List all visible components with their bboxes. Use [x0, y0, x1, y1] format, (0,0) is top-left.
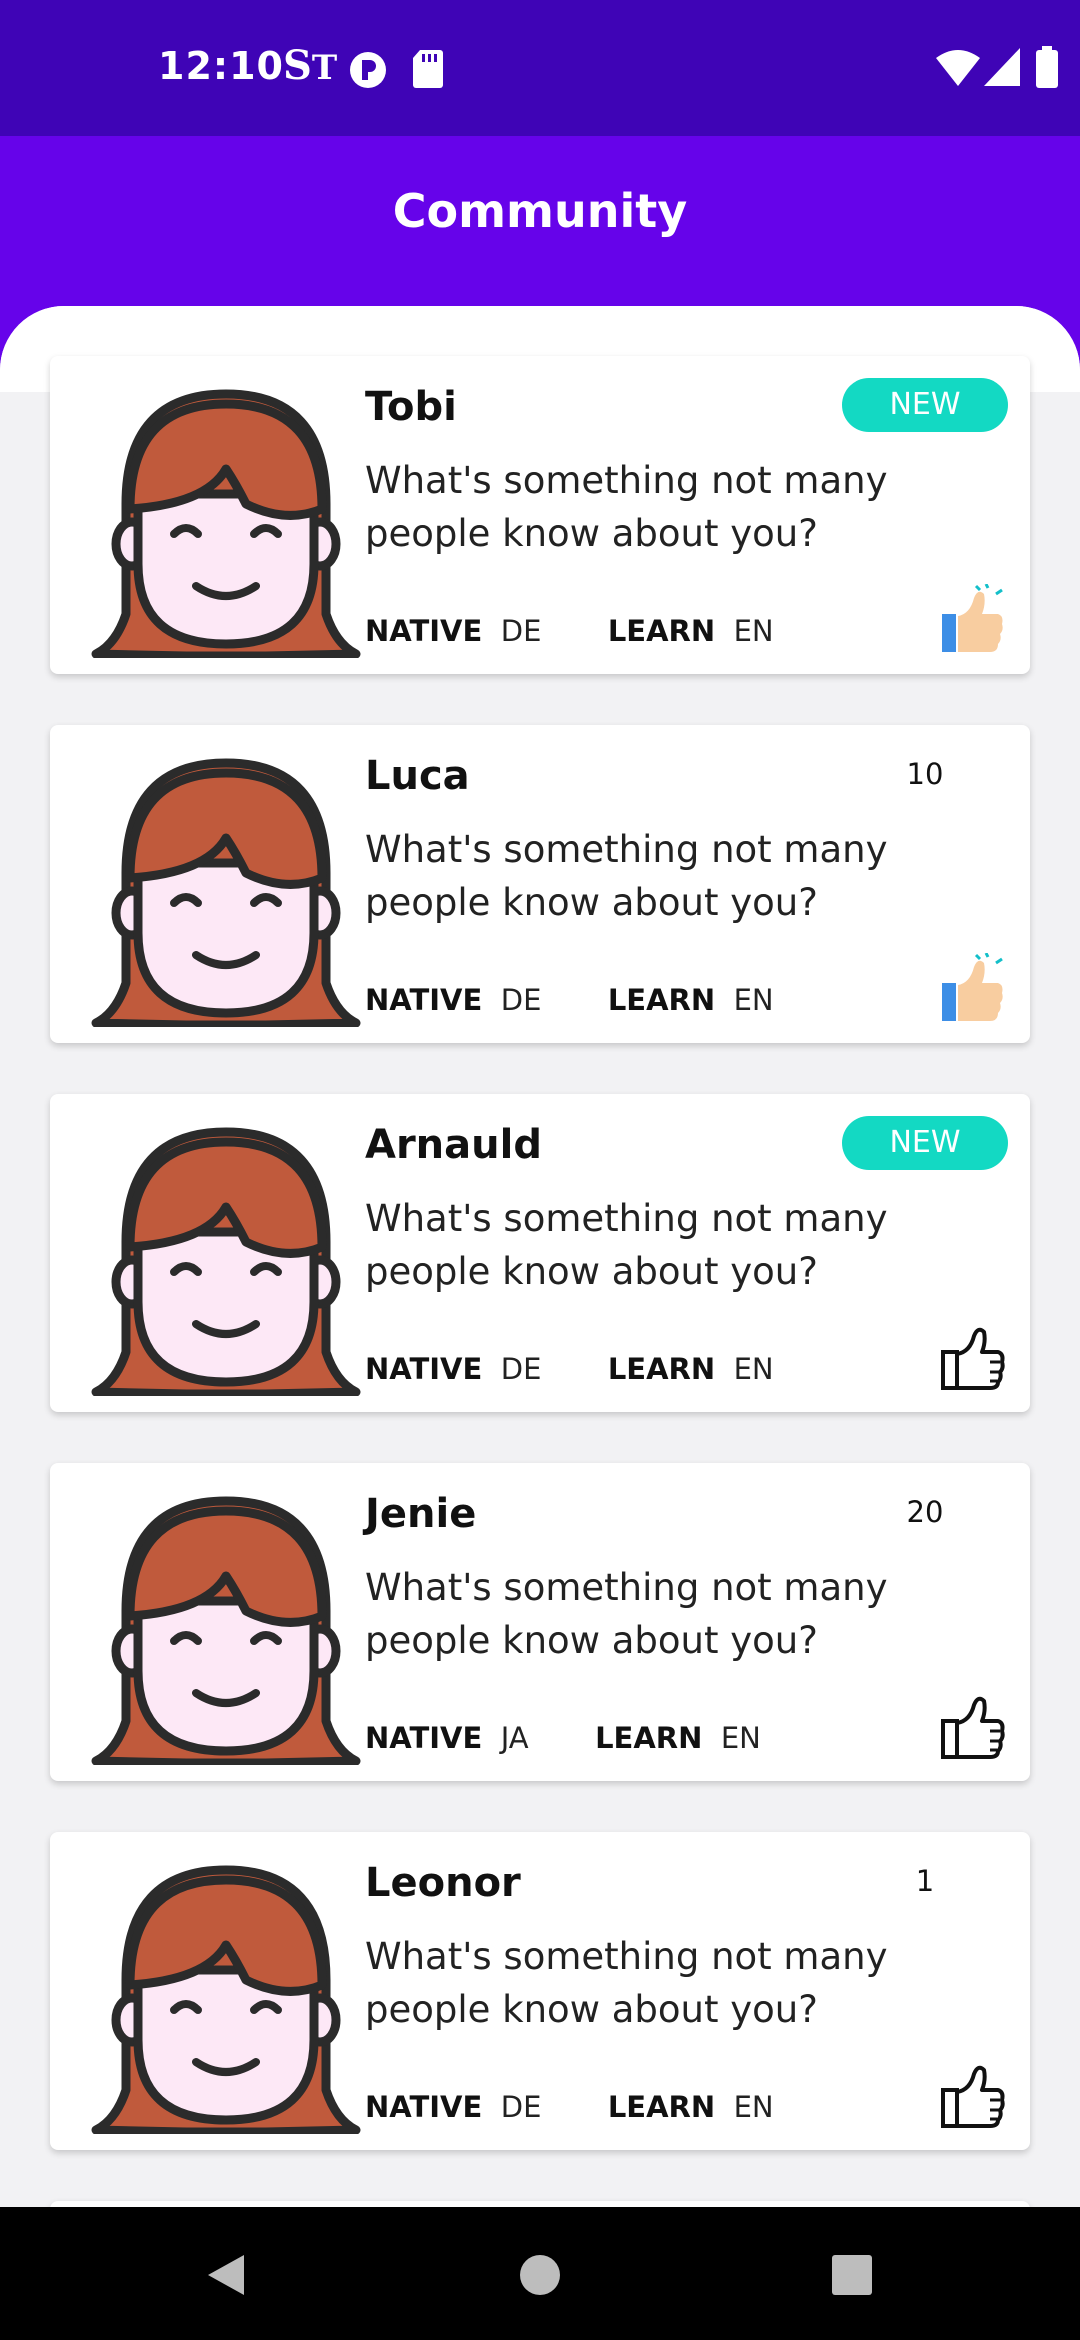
battery-icon	[1036, 46, 1058, 88]
like-count: 10	[906, 757, 944, 791]
learn-language: EN	[733, 614, 774, 648]
thumbs-up-outline-icon[interactable]	[940, 1322, 1006, 1392]
thumbs-up-outline-icon[interactable]	[940, 2060, 1006, 2130]
sd-card-icon	[413, 50, 443, 88]
community-card[interactable]: Arnauld NEW What's something not many pe…	[50, 1094, 1030, 1412]
language-row: NATIVE DE LEARN EN	[365, 2090, 774, 2124]
system-nav-bar	[0, 2207, 1080, 2340]
recents-icon[interactable]	[830, 2253, 874, 2297]
question-text: What's something not many people know ab…	[365, 1197, 888, 1293]
status-time: 12:10	[158, 44, 284, 88]
like-count: 20	[906, 1495, 944, 1529]
language-row: NATIVE JA LEARN EN	[365, 1721, 761, 1755]
language-row: NATIVE DE LEARN EN	[365, 983, 774, 1017]
new-badge: NEW	[842, 1116, 1008, 1170]
user-name: Leonor	[365, 1860, 521, 1906]
avatar	[86, 1112, 366, 1396]
native-label: NATIVE	[365, 1721, 483, 1755]
question-text: What's something not many people know ab…	[365, 1935, 888, 2031]
app-bar: Community	[0, 136, 1080, 290]
native-language: DE	[500, 1352, 542, 1386]
user-name: Tobi	[365, 384, 457, 430]
like-count: 1	[915, 1864, 935, 1898]
native-language: DE	[500, 2090, 542, 2124]
native-label: NATIVE	[365, 1352, 483, 1386]
learn-language: EN	[733, 1352, 774, 1386]
native-language: DE	[500, 614, 542, 648]
avatar	[86, 1850, 366, 2134]
cell-signal-icon	[984, 48, 1020, 86]
status-bar: 12:10 ST	[0, 0, 1080, 136]
thumbs-up-liked-icon[interactable]	[940, 953, 1006, 1023]
back-icon[interactable]	[204, 2253, 248, 2297]
question-text: What's something not many people know ab…	[365, 459, 888, 555]
user-name: Arnauld	[365, 1122, 542, 1168]
learn-language: EN	[720, 1721, 761, 1755]
st-app-icon: ST	[283, 42, 338, 89]
community-card[interactable]: Luca 10 What's something not many people…	[50, 725, 1030, 1043]
native-label: NATIVE	[365, 983, 483, 1017]
p-app-icon	[350, 52, 386, 88]
language-row: NATIVE DE LEARN EN	[365, 1352, 774, 1386]
learn-label: LEARN	[607, 983, 716, 1017]
new-badge: NEW	[842, 378, 1008, 432]
user-name: Jenie	[365, 1491, 477, 1537]
native-label: NATIVE	[365, 2090, 483, 2124]
avatar	[86, 1481, 366, 1765]
thumbs-up-liked-icon[interactable]	[940, 584, 1006, 654]
avatar	[86, 374, 366, 658]
question-text: What's something not many people know ab…	[365, 1566, 888, 1662]
community-card[interactable]: Tobi NEW What's something not many peopl…	[50, 356, 1030, 674]
learn-language: EN	[733, 2090, 774, 2124]
user-name: Luca	[365, 753, 470, 799]
community-card[interactable]: Jenie 20 What's something not many peopl…	[50, 1463, 1030, 1781]
learn-label: LEARN	[595, 1721, 703, 1755]
thumbs-up-outline-icon[interactable]	[940, 1691, 1006, 1761]
home-icon[interactable]	[518, 2253, 562, 2297]
learn-label: LEARN	[607, 614, 716, 648]
learn-label: LEARN	[607, 1352, 716, 1386]
learn-label: LEARN	[607, 2090, 716, 2124]
native-label: NATIVE	[365, 614, 483, 648]
native-language: JA	[500, 1721, 529, 1755]
question-text: What's something not many people know ab…	[365, 828, 888, 924]
wifi-icon	[936, 50, 980, 86]
page-title: Community	[392, 184, 688, 238]
language-row: NATIVE DE LEARN EN	[365, 614, 774, 648]
avatar	[86, 743, 366, 1027]
native-language: DE	[500, 983, 542, 1017]
learn-language: EN	[733, 983, 774, 1017]
community-card[interactable]: Leonor 1 What's something not many peopl…	[50, 1832, 1030, 2150]
